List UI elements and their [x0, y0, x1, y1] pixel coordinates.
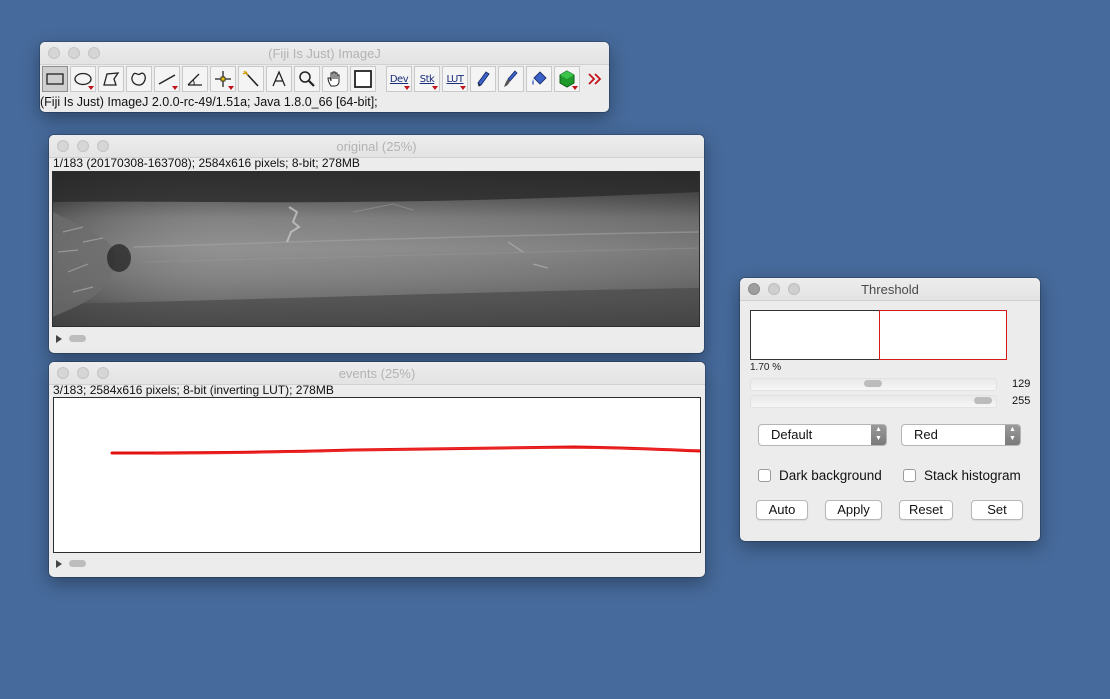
double-chevron-icon — [588, 73, 602, 85]
events-titlebar[interactable]: events (25%) — [49, 362, 705, 385]
events-slice-scrollbar[interactable] — [53, 556, 699, 572]
oval-tool[interactable] — [70, 66, 96, 92]
imagej-window: (Fiji Is Just) ImageJ Dev Stk LUT (Fiji … — [40, 42, 609, 112]
events-image-canvas[interactable] — [53, 397, 702, 553]
max-threshold-slider[interactable] — [750, 395, 997, 408]
method-select[interactable]: Default ▲ ▼ — [758, 424, 887, 446]
imagej-status-bar: (Fiji Is Just) ImageJ 2.0.0-rc-49/1.51a;… — [40, 95, 378, 109]
threshold-title: Threshold — [861, 282, 919, 297]
thresholded-events-image — [110, 445, 702, 455]
imagej-title: (Fiji Is Just) ImageJ — [268, 46, 381, 61]
auto-button[interactable]: Auto — [756, 500, 808, 520]
events-image-info: 3/183; 2584x616 pixels; 8-bit (inverting… — [53, 383, 334, 397]
bucket-icon — [532, 71, 547, 85]
threshold-percent: 1.70 % — [750, 362, 782, 373]
play-icon[interactable] — [56, 560, 62, 568]
lut-tool[interactable]: LUT — [442, 66, 468, 92]
rectangle-tool[interactable] — [42, 66, 68, 92]
polygon-icon — [103, 72, 120, 86]
events-title: events (25%) — [338, 366, 416, 381]
apply-button[interactable]: Apply — [825, 500, 882, 520]
display-mode-value: Red — [914, 427, 938, 442]
events-window: events (25%) 3/183; 2584x616 pixels; 8-b… — [49, 362, 705, 577]
hand-tool[interactable] — [322, 66, 348, 92]
text-icon — [272, 70, 286, 87]
3d-viewer-tool[interactable] — [554, 66, 580, 92]
original-title: original (25%) — [336, 139, 417, 154]
threshold-titlebar[interactable]: Threshold — [740, 278, 1040, 301]
polygon-tool[interactable] — [98, 66, 124, 92]
display-mode-select[interactable]: Red ▲ ▼ — [901, 424, 1021, 446]
reset-button[interactable]: Reset — [899, 500, 953, 520]
flood-fill-tool[interactable] — [526, 66, 552, 92]
brush-icon — [504, 70, 518, 87]
min-slider-thumb[interactable] — [864, 380, 882, 387]
original-window: original (25%) 1/183 (20170308-163708); … — [49, 135, 704, 353]
angle-tool[interactable] — [182, 66, 208, 92]
magnifier-icon — [299, 71, 315, 87]
color-box-icon — [354, 70, 372, 88]
threshold-histogram — [750, 310, 1007, 360]
original-image-info: 1/183 (20170308-163708); 2584x616 pixels… — [53, 156, 360, 170]
imagej-toolbar: Dev Stk LUT — [40, 65, 609, 95]
stack-histogram-checkbox[interactable]: Stack histogram — [903, 468, 1021, 483]
line-tool[interactable] — [154, 66, 180, 92]
hand-icon — [327, 71, 340, 87]
stk-tool[interactable]: Stk — [414, 66, 440, 92]
lut-tool-label: LUT — [446, 73, 464, 85]
wand-icon — [242, 70, 259, 87]
text-tool[interactable] — [266, 66, 292, 92]
point-tool[interactable] — [210, 66, 236, 92]
min-threshold-slider[interactable] — [750, 378, 997, 391]
set-button[interactable]: Set — [971, 500, 1023, 520]
threshold-range-marker — [879, 310, 1007, 360]
stack-histogram-label: Stack histogram — [924, 468, 1021, 483]
wand-tool[interactable] — [238, 66, 264, 92]
min-threshold-value: 129 — [1012, 378, 1031, 390]
more-tools[interactable] — [582, 66, 608, 92]
dark-background-checkbox[interactable]: Dark background — [758, 468, 882, 483]
pencil-tool[interactable] — [470, 66, 496, 92]
dev-tool[interactable]: Dev — [386, 66, 412, 92]
dark-background-label: Dark background — [779, 468, 882, 483]
grayscale-stem-image — [53, 172, 700, 326]
freehand-tool[interactable] — [126, 66, 152, 92]
select-arrows-icon: ▲ ▼ — [1005, 425, 1020, 445]
original-image-canvas[interactable] — [52, 171, 700, 327]
angle-icon — [187, 73, 202, 86]
max-slider-thumb[interactable] — [974, 397, 992, 404]
zoom-tool[interactable] — [294, 66, 320, 92]
pencil-icon — [477, 71, 490, 87]
max-threshold-value: 255 — [1012, 395, 1031, 407]
rectangle-icon — [46, 73, 64, 85]
imagej-titlebar[interactable]: (Fiji Is Just) ImageJ — [40, 42, 609, 65]
threshold-dialog: Threshold 1.70 % 129 255 Default ▲ ▼ Red … — [740, 278, 1040, 541]
freehand-icon — [131, 72, 146, 86]
scroll-thumb[interactable] — [69, 335, 86, 342]
checkbox-box[interactable] — [903, 469, 916, 482]
select-arrows-icon: ▲ ▼ — [871, 425, 886, 445]
play-icon[interactable] — [56, 335, 62, 343]
original-titlebar[interactable]: original (25%) — [49, 135, 704, 158]
scroll-thumb[interactable] — [69, 560, 86, 567]
dev-tool-label: Dev — [389, 73, 409, 85]
stk-tool-label: Stk — [419, 73, 435, 85]
method-select-value: Default — [771, 427, 813, 442]
color-picker-tool[interactable] — [350, 66, 376, 92]
checkbox-box[interactable] — [758, 469, 771, 482]
brush-tool[interactable] — [498, 66, 524, 92]
original-slice-scrollbar[interactable] — [53, 331, 699, 347]
